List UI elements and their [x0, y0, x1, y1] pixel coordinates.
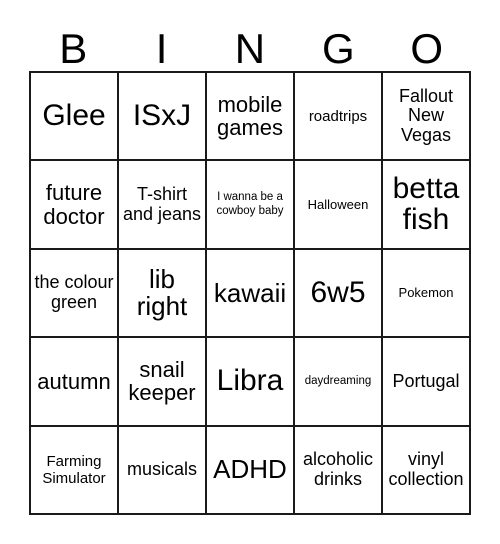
bingo-cell[interactable]: musicals	[119, 426, 207, 516]
bingo-cell-label: lib right	[136, 263, 188, 322]
bingo-row: Farming Simulator musicals ADHD alcoholi…	[31, 426, 471, 516]
bingo-cell[interactable]: roadtrips	[295, 73, 383, 162]
bingo-cell-label: I wanna be a cowboy baby	[216, 190, 284, 217]
bingo-cell-label: musicals	[126, 458, 197, 479]
bingo-cell[interactable]: betta fish	[383, 161, 471, 250]
bingo-cell[interactable]: lib right	[119, 249, 207, 339]
bingo-cell[interactable]: future doctor	[31, 161, 119, 250]
bingo-cell[interactable]: Farming Simulator	[31, 426, 119, 516]
bingo-cell-label: Libra	[216, 364, 284, 398]
bingo-cell-label: roadtrips	[308, 107, 368, 125]
bingo-cell-label: ADHD	[213, 454, 287, 485]
bingo-cell[interactable]: Pokemon	[383, 249, 471, 339]
bingo-cell[interactable]: Halloween	[295, 161, 383, 250]
bingo-cell-label: T-shirt and jeans	[122, 183, 202, 224]
bingo-cell[interactable]: kawaii	[207, 249, 295, 339]
bingo-row: Glee ISxJ mobile games roadtrips Fallout…	[31, 73, 471, 162]
bingo-cell-label: Halloween	[307, 196, 369, 212]
bingo-cell[interactable]: Fallout New Vegas	[383, 73, 471, 162]
header-letter-i: I	[155, 25, 168, 72]
bingo-grid: Glee ISxJ mobile games roadtrips Fallout…	[29, 71, 471, 516]
header-letter-n: N	[234, 25, 266, 72]
bingo-cell[interactable]: daydreaming	[295, 338, 383, 427]
bingo-cell-label: kawaii	[213, 277, 287, 308]
bingo-cell-label: mobile games	[216, 91, 284, 141]
header-letter-o: O	[410, 25, 444, 72]
bingo-cell[interactable]: mobile games	[207, 73, 295, 162]
header-letter-g: G	[322, 25, 355, 72]
bingo-cell-label: betta fish	[392, 172, 460, 236]
bingo-cell-label: the colour green	[34, 272, 114, 313]
bingo-cell-label: 6w5	[310, 275, 366, 309]
bingo-cell[interactable]: Libra	[207, 338, 295, 427]
bingo-cell[interactable]: Glee	[31, 73, 119, 162]
bingo-cell[interactable]: T-shirt and jeans	[119, 161, 207, 250]
bingo-cell[interactable]: autumn	[31, 338, 119, 427]
bingo-card: B I N G O Glee ISxJ mobile games roadtri…	[29, 8, 471, 516]
bingo-cell-label: future doctor	[43, 180, 105, 229]
bingo-cell-label: Fallout New Vegas	[398, 85, 454, 146]
bingo-cell-label: snail keeper	[128, 357, 196, 406]
bingo-cell-label: alcoholic drinks	[302, 449, 374, 489]
bingo-cell-label: daydreaming	[304, 374, 372, 387]
header-letter-b: B	[59, 25, 88, 72]
bingo-cell[interactable]: ISxJ	[119, 73, 207, 162]
bingo-cell[interactable]: alcoholic drinks	[295, 426, 383, 516]
bingo-cell[interactable]: snail keeper	[119, 338, 207, 427]
bingo-cell[interactable]: Portugal	[383, 338, 471, 427]
bingo-cell[interactable]: I wanna be a cowboy baby	[207, 161, 295, 250]
bingo-cell-label: ISxJ	[132, 98, 192, 132]
bingo-cell[interactable]: 6w5	[295, 249, 383, 339]
bingo-cell-label: Glee	[42, 98, 106, 132]
bingo-cell[interactable]: vinyl collection	[383, 426, 471, 516]
bingo-cell-label: Portugal	[392, 370, 460, 391]
bingo-cell-label: vinyl collection	[388, 449, 464, 489]
bingo-row: future doctor T-shirt and jeans I wanna …	[31, 161, 471, 250]
bingo-header-row: B I N G O	[29, 8, 471, 71]
bingo-cell-label: Farming Simulator	[42, 452, 106, 487]
bingo-cell-label: Pokemon	[398, 285, 454, 301]
bingo-cell[interactable]: ADHD	[207, 426, 295, 516]
bingo-row: autumn snail keeper Libra daydreaming Po…	[31, 338, 471, 427]
bingo-cell-label: autumn	[37, 368, 111, 394]
bingo-cell[interactable]: the colour green	[31, 249, 119, 339]
bingo-row: the colour green lib right kawaii 6w5 Po…	[31, 249, 471, 339]
